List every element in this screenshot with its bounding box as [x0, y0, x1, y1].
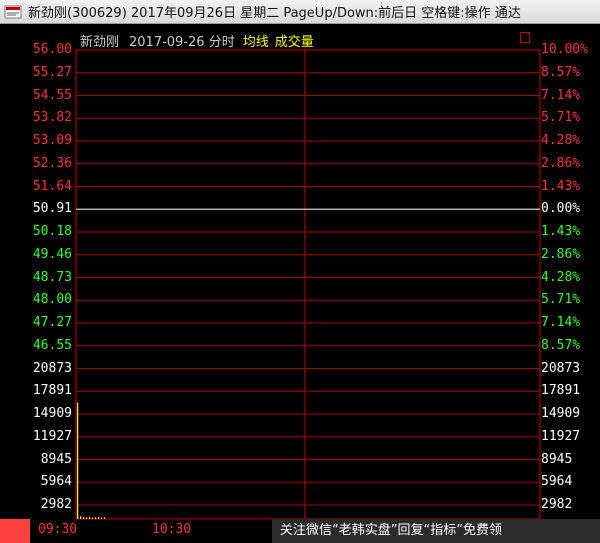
- volume-tick-right: 5964: [541, 474, 573, 490]
- volume-tick-right: 2982: [541, 497, 573, 512]
- price-tick-left: 50.91: [32, 201, 72, 217]
- avg-line-label[interactable]: 均线: [243, 35, 269, 50]
- window-titlebar: 新劲刚(300629) 2017年09月26日 星期二 PageUp/Down:…: [0, 0, 600, 24]
- stock-name: 新劲刚: [80, 35, 120, 50]
- pct-tick-right: 8.57%: [541, 64, 581, 80]
- chart-date-mode: 2017-09-26 分时: [129, 35, 235, 50]
- price-tick-left: 55.27: [32, 64, 72, 80]
- volume-tick-left: 11927: [32, 428, 72, 444]
- volume-tick-right: 11927: [541, 428, 581, 444]
- volume-bar: [104, 517, 106, 519]
- price-tick-left: 46.55: [32, 337, 72, 353]
- price-tick-left: 53.09: [32, 133, 72, 148]
- price-tick-left: 56.00: [32, 42, 72, 57]
- volume-tick-left: 20873: [32, 360, 72, 376]
- price-tick-left: 48.73: [32, 269, 72, 285]
- volume-tick-left: 5964: [40, 474, 72, 490]
- pct-tick-right: 7.14%: [541, 87, 581, 103]
- pct-tick-right: 5.71%: [541, 110, 581, 126]
- volume-tick-left: 14909: [32, 406, 72, 421]
- pct-tick-right: 4.28%: [541, 269, 581, 285]
- volume-bar: [89, 516, 91, 519]
- price-tick-left: 51.64: [32, 178, 72, 194]
- pct-tick-right: 2.86%: [541, 155, 581, 171]
- volume-tick-left: 2982: [40, 497, 72, 512]
- chart-corner-button[interactable]: [520, 32, 530, 43]
- volume-tick-right: 14909: [541, 406, 581, 421]
- window-title: 新劲刚(300629) 2017年09月26日 星期二 PageUp/Down:…: [28, 6, 521, 21]
- pct-tick-right: 10.00%: [541, 42, 588, 57]
- price-tick-left: 47.27: [32, 315, 72, 330]
- volume-bar: [86, 517, 88, 519]
- volume-label[interactable]: 成交量: [275, 35, 314, 50]
- price-tick-left: 49.46: [32, 246, 72, 262]
- price-tick-left: 50.18: [32, 224, 72, 239]
- volume-tick-right: 20873: [541, 360, 581, 376]
- pct-tick-right: 4.28%: [541, 133, 581, 148]
- volume-bar: [101, 517, 103, 519]
- price-tick-left: 54.55: [32, 87, 72, 103]
- intraday-chart[interactable]: [0, 24, 600, 543]
- pct-tick-right: 2.86%: [541, 246, 581, 262]
- volume-bar: [98, 516, 100, 519]
- volume-tick-right: 8945: [541, 451, 573, 467]
- volume-bar: [80, 516, 82, 519]
- volume-tick-left: 8945: [40, 451, 72, 467]
- price-tick-left: 53.82: [32, 110, 72, 126]
- volume-bar: [77, 402, 79, 519]
- volume-bar: [92, 517, 94, 519]
- price-tick-left: 48.00: [32, 292, 72, 308]
- chart-info-bar: 新劲刚 2017-09-26 分时 均线 成交量: [80, 31, 314, 50]
- pct-tick-right: 1.43%: [541, 224, 581, 239]
- volume-tick-right: 17891: [541, 383, 581, 399]
- time-label-0930: 09:30: [38, 522, 78, 537]
- pct-tick-right: 1.43%: [541, 178, 581, 194]
- watermark-banner: 关注微信“老韩实盘”回复“指标”免费领: [272, 519, 600, 543]
- price-tick-left: 52.36: [32, 155, 72, 171]
- pct-tick-right: 0.00%: [541, 201, 581, 217]
- pct-tick-right: 5.71%: [541, 292, 581, 308]
- time-label-1030: 10:30: [152, 522, 192, 537]
- volume-tick-left: 17891: [32, 383, 72, 399]
- pct-tick-right: 7.14%: [541, 315, 581, 330]
- status-strip: [0, 519, 30, 543]
- pct-tick-right: 8.57%: [541, 337, 581, 353]
- app-icon: [4, 5, 22, 18]
- volume-bar: [83, 516, 85, 519]
- volume-bar: [95, 517, 97, 519]
